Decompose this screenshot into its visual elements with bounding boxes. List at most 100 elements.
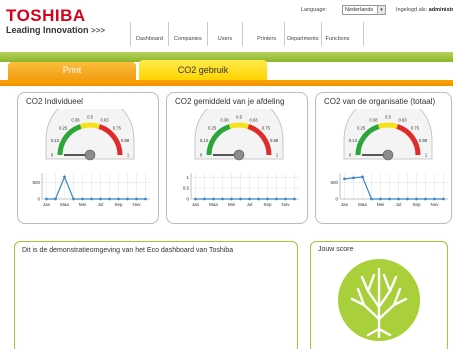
gauge-meter: 00.130.250.380.50.630.750.881 <box>343 109 433 161</box>
score-panel: Jouw score <box>310 241 448 349</box>
gauge-tick-label: 0.63 <box>100 117 109 122</box>
data-point <box>433 197 436 201</box>
data-point <box>126 197 129 201</box>
data-point <box>54 197 57 201</box>
x-tick-label: Sep <box>412 202 421 207</box>
data-point <box>108 197 111 201</box>
nav-companies[interactable]: Companies <box>169 22 208 46</box>
gauge-meter: 00.130.250.380.50.630.750.881 <box>45 109 135 161</box>
data-point <box>343 177 346 181</box>
data-point <box>424 197 427 201</box>
language-label: Language: <box>301 7 327 13</box>
panel-afdeling: CO2 gemiddeld van je afdeling 0 0.13 0.25 0… <box>166 92 308 224</box>
gauge-tick-label: 0.38 <box>220 117 229 122</box>
tagline: Leading Innovation >>> <box>6 25 105 35</box>
tab-print[interactable]: Print <box>8 62 136 80</box>
gauge-band-yellow <box>79 122 101 129</box>
y-tick-label: 0 <box>186 197 189 202</box>
gauge-tick-label: 0.75 <box>113 126 122 131</box>
gauge-tick-label: 0.38 <box>71 117 80 122</box>
x-tick-label: Jul <box>247 202 253 207</box>
toshiba-logo[interactable]: TOSHIBA <box>6 6 86 26</box>
data-point <box>194 197 197 201</box>
gauge-tick-label: 0.5 <box>87 115 93 120</box>
gauge-tick-label: 0.88 <box>121 138 130 143</box>
panel-title: CO2 gemiddeld van je afdeling <box>175 97 285 106</box>
gauge-tick-label: 0.13 <box>200 138 209 143</box>
data-point <box>442 197 445 201</box>
x-tick-label: Jan <box>192 202 200 207</box>
chevrons-icon: >>> <box>91 26 106 35</box>
gauge-tick-label: 0.13 <box>349 138 358 143</box>
x-tick-label: Jul <box>98 202 104 207</box>
gauge-tick-label: 0.88 <box>419 138 428 143</box>
data-point <box>99 197 102 201</box>
tagline-text: Leading Innovation <box>6 25 89 35</box>
data-point <box>135 197 138 201</box>
data-point <box>90 197 93 201</box>
data-point <box>415 197 418 201</box>
gauge-band-yellow <box>377 122 399 129</box>
data-point <box>203 197 206 201</box>
x-tick-label: Sep <box>263 202 272 207</box>
login-info: Ingelogd als: administrator <box>396 7 453 13</box>
data-point <box>72 197 75 201</box>
x-tick-label: Jul <box>396 202 402 207</box>
language-value: Nederlands <box>345 7 374 13</box>
nav-departments[interactable]: Departments <box>285 22 322 46</box>
data-point <box>248 197 251 201</box>
x-tick-label: Nov <box>430 202 439 207</box>
data-point <box>45 197 48 201</box>
gauge-tick-label: 0.5 <box>385 115 391 120</box>
dropdown-arrow-icon[interactable]: ▾ <box>377 6 385 14</box>
y-tick-label: 0,5 <box>183 186 190 191</box>
header: TOSHIBA Leading Innovation >>> Dashboard… <box>0 0 453 50</box>
data-point <box>81 197 84 201</box>
gauge-tick-label: 0.5 <box>236 115 242 120</box>
nav-dashboard[interactable]: Dashboard <box>130 22 169 46</box>
y-tick-label: 0 <box>37 197 40 202</box>
panel-title: CO2 Individueel <box>26 97 83 106</box>
x-tick-label: Sep <box>114 202 123 207</box>
login-user: administrator <box>428 7 453 13</box>
panel-individueel: CO2 Individueel 0 0.13 0.25 0.38 0.5 0.63 0.75… <box>17 92 159 224</box>
language-select[interactable]: Nederlands ▾ <box>342 5 386 15</box>
data-point <box>239 197 242 201</box>
score-title: Jouw score <box>318 246 354 253</box>
plot-area <box>191 173 299 199</box>
data-point <box>388 197 391 201</box>
data-point <box>370 197 373 201</box>
gauge-hub <box>382 149 394 161</box>
gauge-tick-label: 0.75 <box>262 126 271 131</box>
gauge-tick-label: 0.75 <box>411 126 420 131</box>
y-tick-label: 500 <box>32 180 40 185</box>
data-point <box>212 197 215 201</box>
nav-printers[interactable]: Printers <box>243 22 286 46</box>
data-point <box>117 197 120 201</box>
gauge-tick-label: 0.25 <box>59 126 68 131</box>
x-tick-label: Jan <box>341 202 349 207</box>
gauge-meter: 00.130.250.380.50.630.750.881 <box>194 109 284 161</box>
panel-title: CO2 van de organisatie (totaal) <box>324 97 436 106</box>
data-point <box>257 197 260 201</box>
x-tick-label: Nov <box>281 202 290 207</box>
data-point <box>293 197 296 201</box>
nav-functions[interactable]: Functions <box>322 22 365 46</box>
data-point <box>275 197 278 201</box>
main-nav: Dashboard Companies Users Printers Depar… <box>130 22 365 46</box>
tab-underline <box>0 80 453 86</box>
data-point <box>63 175 66 179</box>
x-tick-label: Maa <box>209 202 218 207</box>
tab-co2-gebruik[interactable]: CO2 gebruik <box>139 60 267 80</box>
tree-icon <box>338 259 420 341</box>
gauge-tick-label: 0.25 <box>208 126 217 131</box>
plot-area <box>42 173 150 199</box>
x-tick-label: Jan <box>43 202 51 207</box>
data-point <box>361 175 364 179</box>
gauge-tick-label: 0.63 <box>249 117 258 122</box>
login-label: Ingelogd als: <box>396 7 428 13</box>
data-point <box>406 197 409 201</box>
gauge-tick-label: 0.13 <box>51 138 60 143</box>
nav-users[interactable]: Users <box>208 22 244 46</box>
demo-note-text: Dit is de demonstratieomgeving van het E… <box>22 247 234 254</box>
